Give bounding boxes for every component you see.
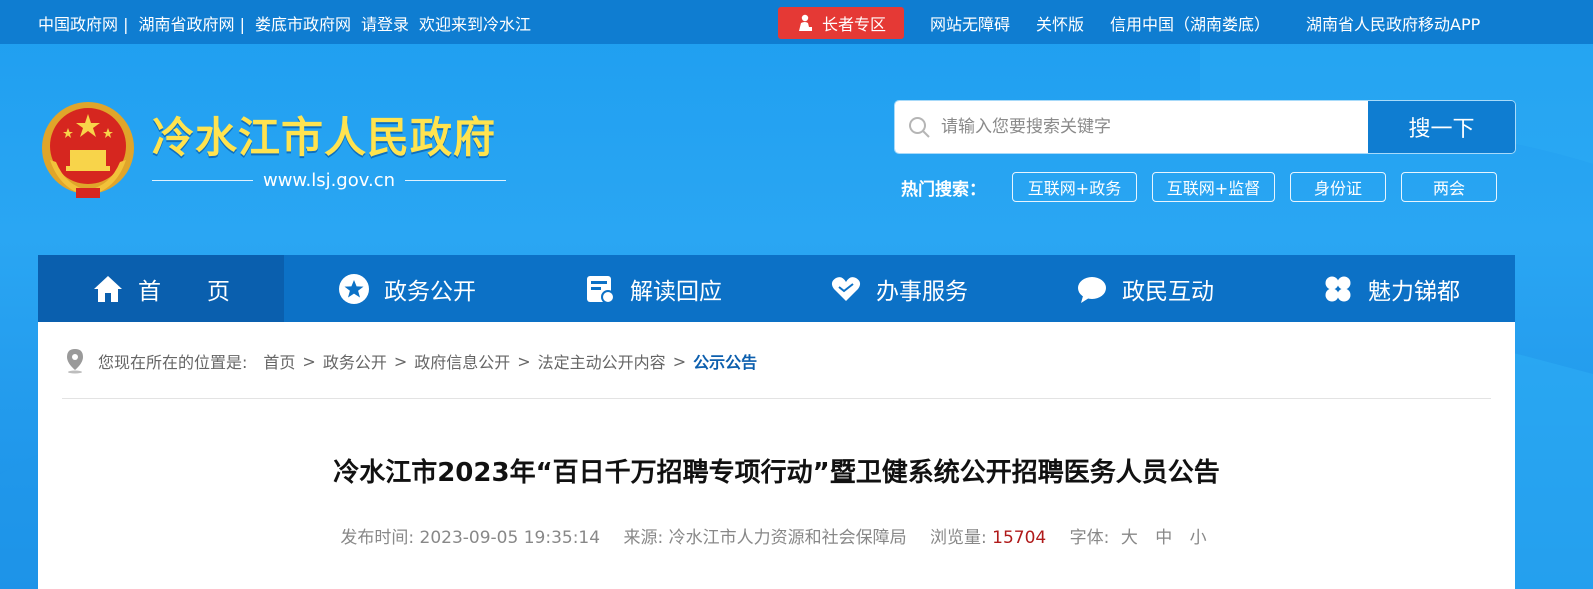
- hot-tag-id-card[interactable]: 身份证: [1290, 172, 1386, 202]
- nav-gov-affairs-label: 政务公开: [384, 278, 476, 305]
- site-url-text: www.lsj.gov.cn: [262, 170, 396, 191]
- site-url: www.lsj.gov.cn: [152, 170, 506, 191]
- hot-search: 热门搜索： 互联网+政务 互联网+监督 身份证 两会: [901, 172, 1512, 202]
- nav-home[interactable]: 首 页: [38, 255, 284, 322]
- clover-icon: [1325, 276, 1351, 301]
- breadcrumb-separator: >: [302, 351, 316, 371]
- accessibility-link[interactable]: 网站无障碍: [930, 11, 1010, 35]
- location-pin-icon: [67, 349, 83, 374]
- hot-search-label: 热门搜索：: [901, 179, 986, 200]
- nav-services[interactable]: 办事服务: [776, 255, 1022, 322]
- top-right-links: 长者专区 网站无障碍 关怀版 信用中国（湖南娄底） 湖南省人民政府移动APP: [778, 7, 1480, 39]
- views-label: 浏览量:: [930, 528, 987, 548]
- elder-zone-button[interactable]: 长者专区: [778, 7, 904, 39]
- breadcrumb-separator: >: [672, 351, 687, 371]
- nav-interaction-label: 政民互动: [1122, 278, 1214, 305]
- nav-interaction[interactable]: 政民互动: [1022, 255, 1268, 322]
- publish-time: 2023-09-05 19:35:14: [419, 528, 601, 548]
- nav-interpretation-label: 解读回应: [630, 278, 722, 305]
- search-input[interactable]: [939, 116, 1343, 138]
- article-meta: 发布时间: 2023-09-05 19:35:14 来源: 冷水江市人力资源和社…: [38, 523, 1515, 548]
- top-left-links: 中国政府网 | 湖南省政府网 | 娄底市政府网 请登录 欢迎来到冷水江: [38, 11, 541, 35]
- site-title: 冷水江市人民政府: [152, 113, 497, 162]
- nav-charm[interactable]: 魅力锑都: [1268, 255, 1514, 322]
- credit-china-link[interactable]: 信用中国（湖南娄底）: [1110, 11, 1270, 35]
- breadcrumb-home[interactable]: 首页: [263, 349, 295, 373]
- breadcrumb-divider: [62, 398, 1491, 399]
- elder-zone-label: 长者专区: [821, 15, 886, 34]
- nav-interpretation[interactable]: 解读回应: [530, 255, 776, 322]
- source-label: 来源:: [623, 528, 664, 548]
- breadcrumb-separator: >: [517, 351, 531, 371]
- elder-person-icon: [798, 14, 812, 31]
- main-nav: 首 页 政务公开 解读回应 办事服务 政民互动 魅力锑都: [38, 255, 1515, 322]
- heart-icon: [831, 276, 861, 301]
- document-icon: [587, 275, 615, 304]
- top-bar: 中国政府网 | 湖南省政府网 | 娄底市政府网 请登录 欢迎来到冷水江 长者专区 网站无…: [0, 0, 1593, 44]
- font-size-label: 字体:: [1069, 528, 1110, 548]
- url-line-left: [152, 180, 253, 181]
- views-count: 15704: [992, 528, 1047, 548]
- hot-tag-two-sessions[interactable]: 两会: [1401, 172, 1497, 202]
- login-link[interactable]: 请登录: [361, 15, 409, 34]
- breadcrumb: 您现在所在的位置是: 首页 > 政务公开 > 政府信息公开 > 法定主动公开内容…: [64, 348, 757, 374]
- font-size-large[interactable]: 大: [1121, 528, 1138, 548]
- breadcrumb-separator: >: [393, 351, 408, 371]
- publish-time-label: 发布时间:: [340, 528, 415, 548]
- welcome-text: 欢迎来到冷水江: [419, 15, 532, 34]
- home-icon: [94, 275, 122, 302]
- hot-tag-internet-gov[interactable]: 互联网+政务: [1012, 172, 1137, 202]
- breadcrumb-gov-info[interactable]: 政府信息公开: [414, 349, 510, 373]
- breadcrumb-current[interactable]: 公示公告: [693, 349, 757, 373]
- article-title: 冷水江市2023年“百日千万招聘专项行动”暨卫健系统公开招聘医务人员公告: [333, 458, 1220, 488]
- hot-tag-internet-supervise[interactable]: 互联网+监督: [1152, 172, 1275, 202]
- breadcrumb-legal-content[interactable]: 法定主动公开内容: [538, 349, 666, 373]
- nav-charm-label: 魅力锑都: [1368, 278, 1460, 305]
- nav-services-label: 办事服务: [876, 278, 968, 305]
- content-panel: 您现在所在的位置是: 首页 > 政务公开 > 政府信息公开 > 法定主动公开内容…: [38, 322, 1515, 589]
- search-button[interactable]: 搜一下: [1368, 101, 1515, 153]
- care-version-link[interactable]: 关怀版: [1036, 11, 1084, 35]
- chat-bubble-icon: [1078, 276, 1106, 303]
- breadcrumb-gov-affairs[interactable]: 政务公开: [323, 349, 387, 373]
- link-loudi-gov[interactable]: 娄底市政府网: [255, 15, 351, 34]
- breadcrumb-prefix: 您现在所在的位置是:: [98, 353, 248, 372]
- link-china-gov[interactable]: 中国政府网 |: [38, 15, 128, 34]
- search-bar: 搜一下: [895, 101, 1515, 153]
- mobile-app-link[interactable]: 湖南省人民政府移动APP: [1306, 11, 1480, 35]
- url-line-right: [405, 180, 506, 181]
- font-size-small[interactable]: 小: [1190, 528, 1207, 548]
- nav-home-label: 首 页: [138, 278, 230, 305]
- search-icon: [909, 117, 930, 138]
- source: 冷水江市人力资源和社会保障局: [668, 528, 907, 548]
- link-hunan-gov[interactable]: 湖南省政府网 |: [138, 15, 244, 34]
- star-circle-icon: [339, 273, 369, 304]
- search-box: [895, 101, 1368, 153]
- national-emblem-icon: [42, 102, 134, 198]
- font-size-medium[interactable]: 中: [1155, 528, 1172, 548]
- nav-gov-affairs[interactable]: 政务公开: [284, 255, 530, 322]
